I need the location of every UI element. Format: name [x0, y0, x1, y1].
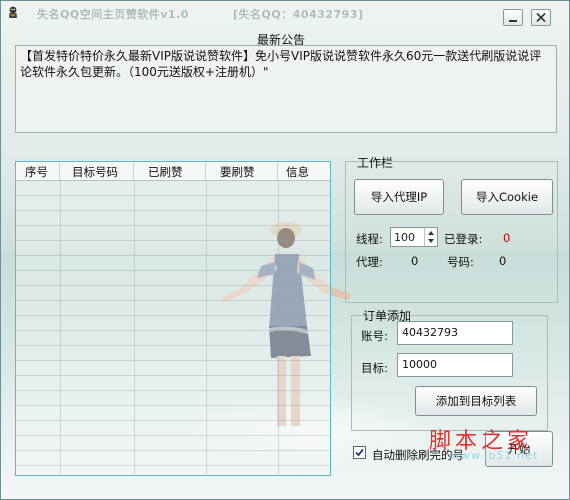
target-input[interactable]: 10000 [397, 353, 513, 377]
spinner-arrows[interactable] [424, 228, 437, 246]
column-header-target[interactable]: 目标号码 [60, 162, 134, 180]
work-group-title: 工作栏 [357, 156, 394, 170]
import-cookie-button[interactable]: 导入Cookie [461, 179, 553, 215]
logged-value: 0 [503, 231, 511, 245]
app-window: 失名QQ空间主页赞软件v1.0 [失名QQ：40432793] 最新公告 【首发… [0, 0, 570, 500]
checkmark-icon [355, 448, 364, 457]
account-label: 账号: [361, 329, 388, 343]
grid-divider [134, 180, 135, 475]
list-header: 序号 目标号码 已刷赞 要刷赞 信息 [16, 162, 330, 181]
notice-textarea[interactable]: 【首发特价特价永久最新VIP版说说赞软件】免小号VIP版说说赞软件永久60元一款… [15, 45, 557, 133]
threads-label: 线程: [356, 232, 383, 246]
account-input[interactable]: 40432793 [397, 321, 513, 345]
logged-label: 已登录: [444, 232, 483, 246]
grid-divider [206, 180, 207, 475]
import-proxy-button[interactable]: 导入代理IP [354, 179, 444, 215]
close-button[interactable] [531, 9, 551, 26]
window-qq-label: [失名QQ：40432793] [233, 8, 364, 21]
column-header-index[interactable]: 序号 [16, 162, 60, 180]
app-icon [9, 6, 17, 18]
column-header-done[interactable]: 已刷赞 [134, 162, 206, 180]
minimize-icon [509, 20, 517, 22]
threads-value: 100 [394, 231, 415, 244]
grid-divider [60, 180, 61, 475]
spinner-down-icon[interactable] [427, 238, 435, 244]
account-count-label: 号码: [447, 255, 474, 269]
column-header-wanted[interactable]: 要刷赞 [206, 162, 278, 180]
threads-spinner[interactable]: 100 [390, 227, 438, 247]
minimize-button[interactable] [503, 9, 523, 26]
target-label: 目标: [361, 361, 388, 375]
proxy-label: 代理: [356, 255, 383, 269]
window-title: 失名QQ空间主页赞软件v1.0 [37, 8, 189, 21]
list-grid [16, 180, 330, 475]
add-to-list-button[interactable]: 添加到目标列表 [415, 386, 537, 416]
watermark-url: www.jb51.net [451, 449, 539, 462]
account-count-value: 0 [499, 254, 507, 268]
title-bar: 失名QQ空间主页赞软件v1.0 [失名QQ：40432793] [1, 1, 569, 26]
column-header-info[interactable]: 信息 [278, 162, 330, 180]
spinner-up-icon[interactable] [427, 230, 435, 236]
grid-divider [278, 180, 279, 475]
close-icon [536, 12, 546, 23]
target-list[interactable]: 序号 目标号码 已刷赞 要刷赞 信息 [15, 161, 331, 476]
auto-delete-checkbox[interactable] [353, 446, 366, 459]
proxy-value: 0 [411, 254, 419, 268]
